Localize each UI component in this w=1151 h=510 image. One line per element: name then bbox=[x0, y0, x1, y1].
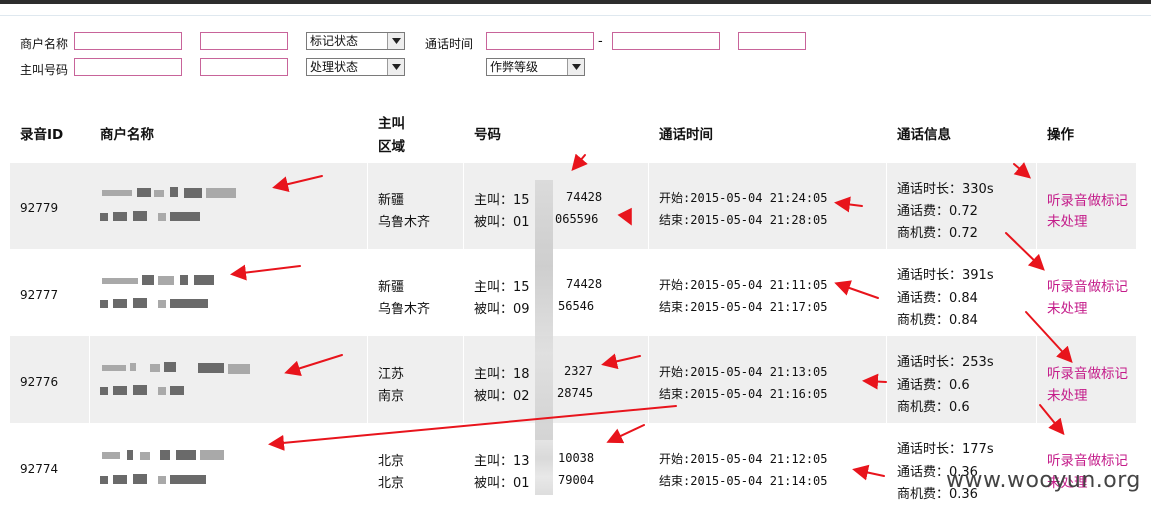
merchant-name-label: 商户名称 bbox=[20, 37, 69, 51]
redaction-blur bbox=[535, 440, 553, 495]
listen-and-mark-link[interactable]: 听录音做标记 bbox=[1047, 189, 1128, 209]
callee-number-tail: 065596 bbox=[555, 212, 599, 226]
call-start-time: 开始:2015-05-04 21:24:05 bbox=[659, 191, 828, 205]
call-end-time: 结束:2015-05-04 21:16:05 bbox=[659, 387, 828, 401]
header-region-line1: 主叫 bbox=[378, 116, 405, 132]
column-divider bbox=[886, 163, 887, 249]
column-divider bbox=[367, 163, 368, 249]
column-divider bbox=[648, 163, 649, 249]
call-start-time: 开始:2015-05-04 21:12:05 bbox=[659, 452, 828, 466]
call-end-time: 结束:2015-05-04 21:14:05 bbox=[659, 474, 828, 488]
call-duration: 通话时长：177s bbox=[897, 442, 994, 457]
header-call-info: 通话信息 bbox=[897, 127, 951, 143]
caller-number-label: 主叫号码 bbox=[20, 63, 69, 77]
call-end-time: 结束:2015-05-04 21:28:05 bbox=[659, 213, 828, 227]
listen-and-mark-link[interactable]: 听录音做标记 bbox=[1047, 275, 1128, 295]
listen-and-mark-link[interactable]: 听录音做标记 bbox=[1047, 449, 1128, 469]
callee-number-tail: 56546 bbox=[558, 299, 595, 313]
header-call-time: 通话时间 bbox=[659, 127, 713, 143]
column-divider bbox=[1036, 163, 1037, 249]
header-id: 录音ID bbox=[20, 127, 64, 143]
column-divider bbox=[367, 336, 368, 423]
callee-number: 被叫：09 bbox=[474, 302, 530, 317]
caller-number: 主叫：15 bbox=[474, 280, 530, 295]
merchant-fee: 商机费：0.84 bbox=[897, 313, 978, 328]
fraud-level-select[interactable]: 作弊等级 bbox=[486, 58, 585, 76]
call-fee: 通话费：0.84 bbox=[897, 291, 978, 306]
chevron-down-icon bbox=[387, 59, 404, 75]
column-divider bbox=[886, 336, 887, 423]
window-top-border bbox=[0, 0, 1151, 4]
callee-number: 被叫：02 bbox=[474, 389, 530, 404]
redaction-blur bbox=[535, 180, 553, 440]
region-city: 乌鲁木齐 bbox=[378, 302, 431, 317]
region-province: 新疆 bbox=[378, 280, 405, 295]
region-province: 北京 bbox=[378, 454, 405, 469]
callee-number: 被叫：01 bbox=[474, 215, 530, 230]
caller-number-tail: 74428 bbox=[566, 277, 603, 291]
header-action: 操作 bbox=[1047, 127, 1074, 143]
header-merchant: 商户名称 bbox=[100, 127, 154, 143]
record-id: 92777 bbox=[20, 288, 59, 302]
call-duration: 通话时长：330s bbox=[897, 182, 994, 197]
region-province: 新疆 bbox=[378, 193, 405, 208]
region-city: 南京 bbox=[378, 389, 405, 404]
divider bbox=[0, 15, 1151, 16]
call-time-start-input[interactable] bbox=[486, 32, 594, 50]
caller-number-tail: 74428 bbox=[566, 190, 603, 204]
watermark: www.wooyun.org bbox=[946, 468, 1141, 493]
callee-number-tail: 79004 bbox=[558, 473, 595, 487]
column-divider bbox=[89, 336, 90, 423]
call-fee: 通话费：0.72 bbox=[897, 204, 978, 219]
mark-status-select[interactable]: 标记状态 bbox=[306, 32, 405, 50]
call-time-end-input[interactable] bbox=[612, 32, 720, 50]
caller-number: 主叫：15 bbox=[474, 193, 530, 208]
status-unprocessed: 未处理 bbox=[1047, 388, 1088, 404]
chevron-down-icon bbox=[567, 59, 584, 75]
callee-number: 被叫：01 bbox=[474, 476, 530, 491]
caller-number-tail: 2327 bbox=[564, 364, 593, 378]
caller-number-input[interactable] bbox=[74, 58, 182, 76]
chevron-down-icon bbox=[387, 33, 404, 49]
caller-number-tail: 10038 bbox=[558, 451, 595, 465]
merchant-name-input[interactable] bbox=[74, 32, 182, 50]
column-divider bbox=[463, 336, 464, 423]
record-id: 92774 bbox=[20, 462, 59, 476]
region-city: 乌鲁木齐 bbox=[378, 215, 431, 230]
merchant-fee: 商机费：0.72 bbox=[897, 226, 978, 241]
header-region-line2: 区域 bbox=[378, 139, 405, 155]
call-time-label: 通话时间 bbox=[425, 37, 474, 51]
call-start-time: 开始:2015-05-04 21:11:05 bbox=[659, 278, 828, 292]
region-city: 北京 bbox=[378, 476, 405, 491]
call-start-time: 开始:2015-05-04 21:13:05 bbox=[659, 365, 828, 379]
listen-and-mark-link[interactable]: 听录音做标记 bbox=[1047, 362, 1128, 382]
handle-status-select[interactable]: 处理状态 bbox=[306, 58, 405, 76]
header-number: 号码 bbox=[474, 127, 501, 143]
call-duration: 通话时长：253s bbox=[897, 355, 994, 370]
call-fee: 通话费：0.6 bbox=[897, 378, 970, 393]
region-province: 江苏 bbox=[378, 367, 405, 382]
column-divider bbox=[1036, 336, 1037, 423]
merchant-fee: 商机费：0.6 bbox=[897, 400, 970, 415]
column-divider bbox=[648, 336, 649, 423]
callee-number-tail: 28745 bbox=[557, 386, 594, 400]
status-unprocessed: 未处理 bbox=[1047, 214, 1088, 230]
call-end-time: 结束:2015-05-04 21:17:05 bbox=[659, 300, 828, 314]
column-divider bbox=[463, 163, 464, 249]
range-dash: - bbox=[598, 34, 603, 49]
caller-number: 主叫：13 bbox=[474, 454, 530, 469]
caller-number: 主叫：18 bbox=[474, 367, 530, 382]
merchant-name-input-2[interactable] bbox=[200, 32, 288, 50]
call-time-extra-input[interactable] bbox=[738, 32, 806, 50]
caller-number-input-2[interactable] bbox=[200, 58, 288, 76]
record-id: 92779 bbox=[20, 201, 59, 215]
record-id: 92776 bbox=[20, 375, 59, 389]
status-unprocessed: 未处理 bbox=[1047, 301, 1088, 317]
call-duration: 通话时长：391s bbox=[897, 268, 994, 283]
